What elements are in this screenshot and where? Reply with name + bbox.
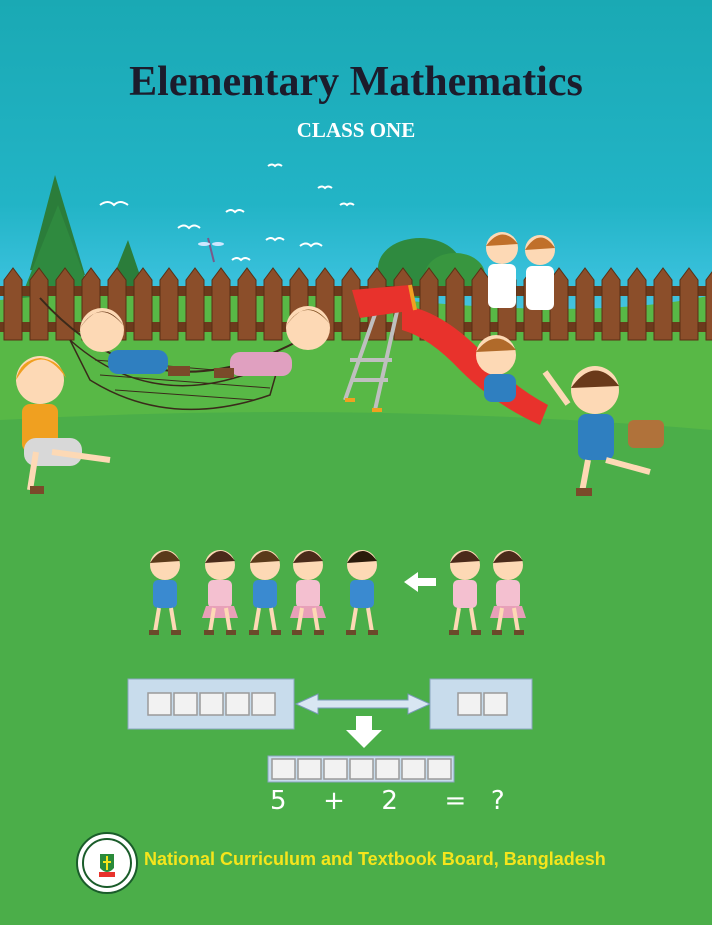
block xyxy=(457,692,482,716)
block xyxy=(225,692,250,716)
addend-b: 2 xyxy=(381,786,398,816)
addition-equation: 5 + 2 = ? xyxy=(270,786,505,816)
blocks-group-five xyxy=(127,678,295,730)
block xyxy=(323,758,348,780)
block xyxy=(349,758,374,780)
equals-sign: = xyxy=(444,786,467,816)
dragonfly-icon xyxy=(198,237,224,263)
block xyxy=(271,758,296,780)
class-label: CLASS ONE xyxy=(296,118,416,142)
block xyxy=(147,692,172,716)
plus-sign: + xyxy=(323,786,345,816)
book-cover: Elementary Mathematics CLASS ONE 5 + 2 =… xyxy=(0,0,712,925)
block xyxy=(199,692,224,716)
result-question-mark: ? xyxy=(490,786,505,816)
block xyxy=(427,758,452,780)
block xyxy=(297,758,322,780)
nctb-seal-logo xyxy=(76,832,138,894)
blocks-group-two xyxy=(429,678,533,730)
block xyxy=(173,692,198,716)
block xyxy=(483,692,508,716)
block xyxy=(251,692,276,716)
blocks-group-seven xyxy=(267,755,455,783)
book-title: Elementary Mathematics xyxy=(129,59,583,105)
addend-a: 5 xyxy=(270,786,287,816)
block xyxy=(401,758,426,780)
block xyxy=(375,758,400,780)
publisher-name: National Curriculum and Textbook Board, … xyxy=(144,849,606,869)
kids-at-back-right xyxy=(486,232,555,310)
birds xyxy=(99,163,355,262)
